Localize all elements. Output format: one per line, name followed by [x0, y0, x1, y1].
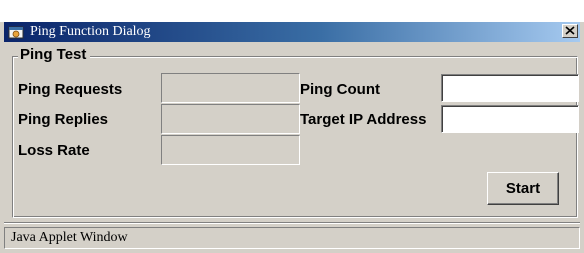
title-bar[interactable]: Ping Function Dialog — [4, 22, 580, 42]
top-background — [0, 0, 584, 22]
java-applet-icon — [8, 24, 24, 40]
close-button[interactable] — [562, 24, 578, 38]
close-icon — [565, 22, 575, 40]
status-bar: Java Applet Window — [4, 227, 580, 249]
ping-function-dialog: Ping Function Dialog Ping Test Ping Requ… — [0, 0, 584, 253]
group-legend: Ping Test — [18, 46, 91, 63]
window-title: Ping Function Dialog — [30, 24, 151, 39]
dialog-content: Ping Test Ping Requests Ping Replies Los… — [4, 42, 580, 218]
divider — [4, 222, 580, 224]
ping-requests-field — [161, 73, 300, 103]
ping-count-input[interactable] — [441, 74, 579, 102]
target-ip-label: Target IP Address — [300, 111, 427, 128]
start-button[interactable]: Start — [487, 172, 559, 205]
ping-requests-label: Ping Requests — [18, 81, 123, 98]
loss-rate-label: Loss Rate — [18, 142, 90, 159]
ping-replies-label: Ping Replies — [18, 111, 109, 128]
ping-replies-field — [161, 104, 300, 134]
ping-count-label: Ping Count — [300, 81, 380, 98]
status-text: Java Applet Window — [11, 230, 128, 245]
loss-rate-field — [161, 135, 300, 165]
target-ip-input[interactable] — [441, 105, 579, 133]
